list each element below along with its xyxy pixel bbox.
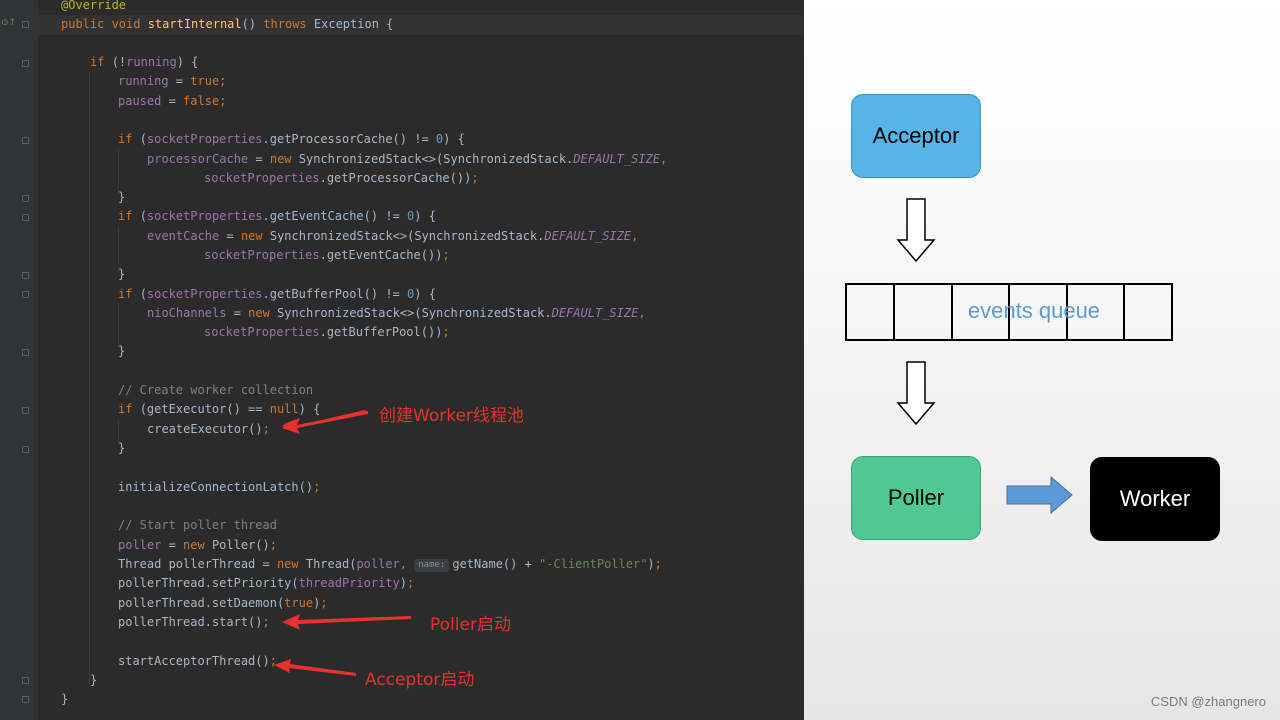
annotation-poller-start: Poller启动 [430, 615, 511, 635]
annotation-arrows [274, 410, 411, 676]
events-queue-label: events queue [967, 298, 1101, 323]
code-editor[interactable]: ⊙↑ @Override public void startInternal()… [0, 0, 804, 720]
right-arrow-icon [1006, 476, 1073, 514]
red-arrow-icon [282, 411, 368, 434]
down-arrow-icon [896, 198, 936, 263]
architecture-diagram: Acceptor events queue Poller Worker CSDN… [804, 0, 1280, 720]
red-arrow-icon [274, 659, 356, 676]
red-arrow-icon [282, 614, 411, 630]
poller-node: Poller [851, 456, 981, 540]
events-queue: events queue [845, 283, 1173, 341]
watermark: CSDN @zhangnero [1150, 694, 1266, 709]
annotation-create-worker-pool: 创建Worker线程池 [379, 406, 524, 426]
acceptor-node: Acceptor [851, 94, 981, 178]
worker-node: Worker [1090, 457, 1220, 541]
down-arrow-icon [896, 361, 936, 426]
annotation-acceptor-start: Acceptor启动 [365, 670, 475, 690]
